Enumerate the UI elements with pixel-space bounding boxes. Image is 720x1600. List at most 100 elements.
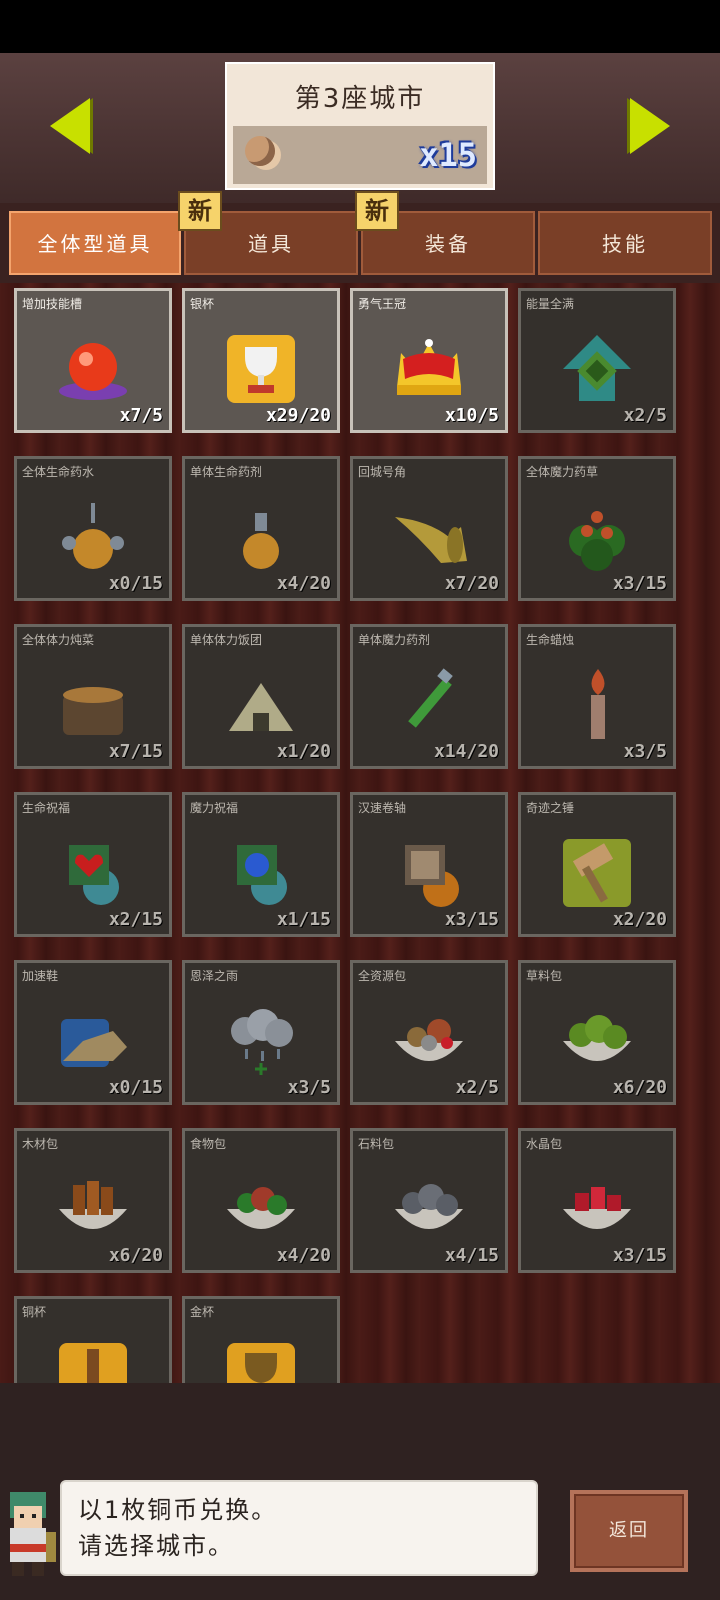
pot-icon bbox=[63, 686, 123, 735]
raincloud-icon bbox=[231, 1008, 293, 1075]
coin-icon bbox=[245, 136, 275, 166]
item-card[interactable]: 食物包 x4/20 bbox=[182, 1128, 340, 1273]
item-card[interactable]: 恩泽之雨 x3/5 bbox=[182, 960, 340, 1105]
item-name: 草料包 bbox=[526, 969, 563, 983]
new-badge: 新 bbox=[178, 191, 222, 231]
dialog-line-1: 以1枚铜币兑换。 bbox=[78, 1496, 278, 1524]
item-card[interactable]: 魔力祝福 x1/15 bbox=[182, 792, 340, 937]
avatar bbox=[10, 1492, 56, 1576]
back-button[interactable]: 返回 bbox=[570, 1490, 688, 1572]
item-card[interactable]: 全资源包 x2/5 bbox=[350, 960, 508, 1105]
item-card[interactable]: 石料包 x4/15 bbox=[350, 1128, 508, 1273]
item-card[interactable]: 银杯 x29/20 bbox=[182, 288, 340, 433]
food-bowl-icon bbox=[227, 1186, 295, 1229]
item-card[interactable]: 生命蜡烛 x3/5 bbox=[518, 624, 676, 769]
item-count: x2/20 bbox=[612, 909, 667, 930]
scroll-icon bbox=[405, 844, 459, 907]
vial-icon bbox=[408, 667, 453, 728]
item-card[interactable]: 单体魔力药剂 x14/20 bbox=[350, 624, 508, 769]
tab-all-items[interactable]: 全体型道具 bbox=[9, 211, 181, 275]
item-count: x2/15 bbox=[108, 909, 163, 930]
item-card[interactable]: 加速鞋 x0/15 bbox=[14, 960, 172, 1105]
item-card[interactable]: 勇气王冠 x10/5 bbox=[350, 288, 508, 433]
item-count: x7/15 bbox=[108, 741, 163, 762]
copper-cup-icon bbox=[59, 1342, 127, 1383]
dialog-line-2: 请选择城市。 bbox=[78, 1532, 234, 1560]
item-count: x6/20 bbox=[612, 1077, 667, 1098]
item-name: 食物包 bbox=[190, 1137, 227, 1151]
riceball-icon bbox=[229, 682, 293, 731]
item-card[interactable]: 增加技能槽 x7/5 bbox=[14, 288, 172, 433]
arrow-right-icon[interactable] bbox=[630, 98, 670, 154]
item-count: x14/20 bbox=[433, 741, 499, 762]
item-count: x1/15 bbox=[276, 909, 331, 930]
item-card[interactable]: 全体魔力药草 x3/15 bbox=[518, 456, 676, 601]
item-card[interactable]: 单体生命药剂 x4/20 bbox=[182, 456, 340, 601]
item-count: x4/15 bbox=[444, 1245, 499, 1266]
shoe-icon bbox=[61, 1018, 127, 1067]
item-count: x0/15 bbox=[108, 1077, 163, 1098]
item-name: 勇气王冠 bbox=[358, 297, 407, 311]
item-card[interactable]: 汉速卷轴 x3/15 bbox=[350, 792, 508, 937]
item-count: x29/20 bbox=[265, 405, 331, 426]
item-name: 魔力祝福 bbox=[190, 801, 239, 815]
item-card[interactable]: 能量全满 x2/5 bbox=[518, 288, 676, 433]
orb-icon bbox=[59, 342, 127, 400]
item-count: x3/15 bbox=[612, 573, 667, 594]
tab-items[interactable]: 新 道具 bbox=[178, 191, 358, 275]
herb-icon bbox=[569, 510, 625, 571]
new-badge: 新 bbox=[355, 191, 399, 231]
item-name: 木材包 bbox=[22, 1137, 59, 1151]
item-card[interactable]: 水晶包 x3/15 bbox=[518, 1128, 676, 1273]
item-count: x3/5 bbox=[287, 1077, 331, 1098]
item-name: 生命蜡烛 bbox=[526, 633, 575, 647]
item-count: x0/15 bbox=[108, 573, 163, 594]
item-count: x3/5 bbox=[623, 741, 667, 762]
item-name: 奇迹之锤 bbox=[526, 801, 575, 815]
item-count: x4/20 bbox=[276, 1245, 331, 1266]
tab-skills[interactable]: 技能 bbox=[538, 211, 712, 275]
item-count: x2/5 bbox=[623, 405, 667, 426]
potion-small-icon bbox=[243, 512, 279, 569]
item-count: x2/5 bbox=[455, 1077, 499, 1098]
item-count: x6/20 bbox=[108, 1245, 163, 1266]
crystal-bowl-icon bbox=[563, 1186, 631, 1229]
item-name: 铜杯 bbox=[22, 1305, 47, 1319]
item-count: x1/20 bbox=[276, 741, 331, 762]
item-card[interactable]: 金杯 bbox=[182, 1296, 340, 1383]
tab-label: 装备 bbox=[425, 232, 471, 256]
item-name: 石料包 bbox=[358, 1137, 395, 1151]
gold-cup-icon bbox=[227, 1342, 295, 1383]
item-card[interactable]: 草料包 x6/20 bbox=[518, 960, 676, 1105]
item-card[interactable]: 回城号角 x7/20 bbox=[350, 456, 508, 601]
item-grid: 增加技能槽 x7/5 银杯 x29/20 勇气王冠 x10/5 能量全满 x2/… bbox=[0, 283, 720, 1383]
item-card[interactable]: 单体体力饭团 x1/20 bbox=[182, 624, 340, 769]
item-name: 全体魔力药草 bbox=[526, 465, 599, 479]
item-card[interactable]: 生命祝福 x2/15 bbox=[14, 792, 172, 937]
item-card[interactable]: 木材包 x6/20 bbox=[14, 1128, 172, 1273]
item-card[interactable]: 全体体力炖菜 x7/15 bbox=[14, 624, 172, 769]
item-name: 加速鞋 bbox=[22, 969, 59, 983]
potion-icon bbox=[62, 502, 124, 569]
item-card[interactable]: 铜杯 bbox=[14, 1296, 172, 1383]
coin-row: x15 bbox=[233, 126, 487, 184]
energy-up-icon bbox=[563, 334, 631, 401]
status-bar bbox=[0, 0, 720, 53]
item-count: x7/5 bbox=[119, 405, 163, 426]
tab-equipment[interactable]: 新 装备 bbox=[355, 191, 535, 275]
grass-bowl-icon bbox=[563, 1014, 631, 1061]
crown-icon bbox=[397, 338, 461, 395]
item-count: x4/20 bbox=[276, 573, 331, 594]
item-name: 全体生命药水 bbox=[22, 465, 95, 479]
tab-label: 全体型道具 bbox=[37, 232, 153, 256]
item-name: 单体体力饭团 bbox=[190, 633, 263, 647]
item-name: 水晶包 bbox=[526, 1137, 563, 1151]
item-card[interactable]: 奇迹之锤 x2/20 bbox=[518, 792, 676, 937]
coin-count: x15 bbox=[419, 136, 477, 174]
item-name: 恩泽之雨 bbox=[190, 969, 239, 983]
item-card[interactable]: 全体生命药水 x0/15 bbox=[14, 456, 172, 601]
item-name: 能量全满 bbox=[526, 297, 575, 311]
arrow-left-icon[interactable] bbox=[50, 98, 90, 154]
tab-bar: 全体型道具 新 道具 新 装备 技能 bbox=[0, 191, 720, 283]
resource-bowl-icon bbox=[395, 1018, 463, 1061]
